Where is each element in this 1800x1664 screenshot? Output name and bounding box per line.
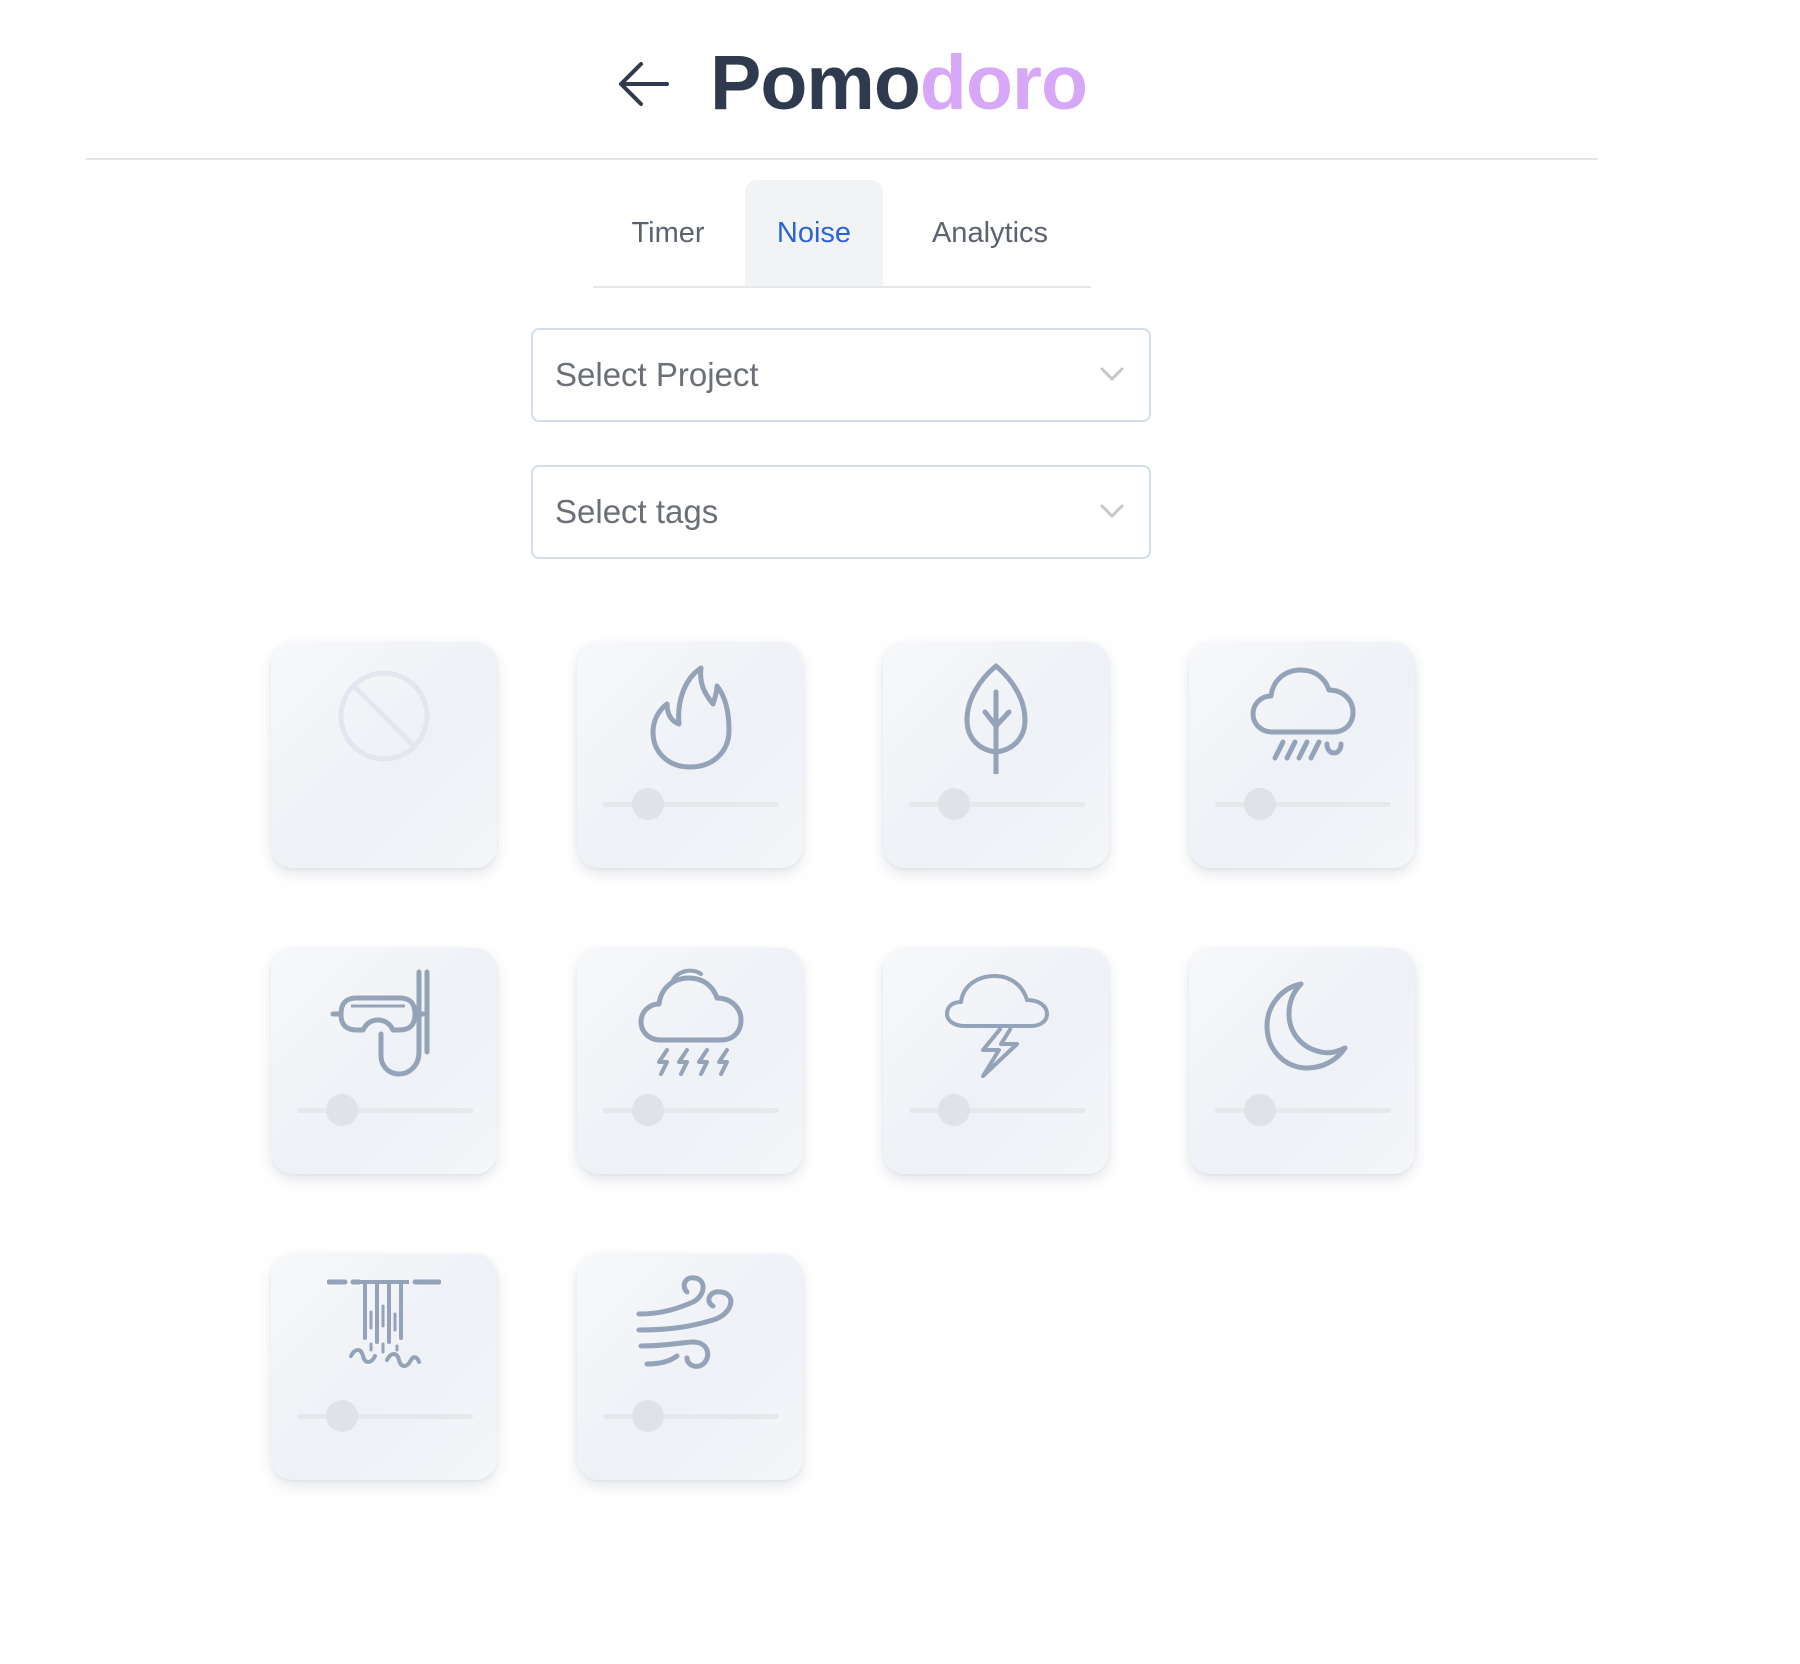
volume-track (909, 802, 1085, 807)
tab-bar: Timer Noise Analytics (593, 180, 1091, 288)
volume-slider[interactable] (603, 1094, 779, 1126)
title-accent: doro (919, 40, 1088, 126)
noise-card-rain[interactable] (1189, 642, 1415, 868)
volume-thumb[interactable] (632, 788, 664, 820)
storm-icon (638, 968, 744, 1076)
tab-noise[interactable]: Noise (745, 180, 883, 286)
volume-track (603, 802, 779, 807)
tags-select-placeholder: Select tags (555, 493, 719, 530)
chevron-down-icon (1100, 504, 1124, 518)
none-icon (338, 670, 430, 762)
volume-track (297, 1414, 473, 1419)
project-select-placeholder: Select Project (555, 356, 759, 393)
noise-card-snorkel[interactable] (271, 948, 497, 1174)
noise-card-storm[interactable] (577, 948, 803, 1174)
volume-thumb[interactable] (938, 788, 970, 820)
volume-slider[interactable] (909, 1094, 1085, 1126)
snorkel-icon (330, 969, 430, 1077)
volume-track (1215, 802, 1391, 807)
fire-icon (650, 665, 732, 770)
rain-icon (1250, 667, 1356, 761)
volume-slider[interactable] (1215, 788, 1391, 820)
header-divider (86, 158, 1598, 160)
volume-track (297, 1108, 473, 1113)
volume-slider[interactable] (297, 1094, 473, 1126)
volume-slider[interactable] (603, 1400, 779, 1432)
volume-slider[interactable] (1215, 1094, 1391, 1126)
noise-card-thunder[interactable] (883, 948, 1109, 1174)
waterfall-icon (327, 1279, 441, 1368)
volume-track (1215, 1108, 1391, 1113)
title-main: Pomo (710, 40, 921, 126)
moon-icon (1264, 981, 1348, 1071)
noise-card-moon[interactable] (1189, 948, 1415, 1174)
tags-select[interactable]: Select tags (531, 465, 1151, 559)
noise-card-fire[interactable] (577, 642, 803, 868)
volume-thumb[interactable] (1244, 1094, 1276, 1126)
volume-thumb[interactable] (326, 1094, 358, 1126)
noise-card-wind[interactable] (577, 1254, 803, 1480)
wind-icon (636, 1275, 734, 1369)
header: Pomodoro (0, 0, 1800, 160)
volume-thumb[interactable] (938, 1094, 970, 1126)
volume-slider[interactable] (297, 1400, 473, 1432)
tab-analytics[interactable]: Analytics (895, 180, 1085, 286)
volume-track (909, 1108, 1085, 1113)
project-select[interactable]: Select Project (531, 328, 1151, 422)
noise-card-waterfall[interactable] (271, 1254, 497, 1480)
chevron-down-icon (1100, 367, 1124, 381)
volume-thumb[interactable] (1244, 788, 1276, 820)
volume-thumb[interactable] (326, 1400, 358, 1432)
volume-track (603, 1414, 779, 1419)
thunder-icon (945, 974, 1049, 1078)
volume-slider[interactable] (603, 788, 779, 820)
volume-thumb[interactable] (632, 1094, 664, 1126)
noise-card-leaf[interactable] (883, 642, 1109, 868)
tab-timer[interactable]: Timer (593, 180, 743, 286)
noise-card-none[interactable] (271, 642, 497, 868)
volume-track (603, 1108, 779, 1113)
arrow-left-icon[interactable] (615, 58, 671, 110)
volume-thumb[interactable] (632, 1400, 664, 1432)
page-title: Pomodoro (710, 38, 1088, 128)
leaf-icon (964, 663, 1028, 774)
volume-slider[interactable] (909, 788, 1085, 820)
